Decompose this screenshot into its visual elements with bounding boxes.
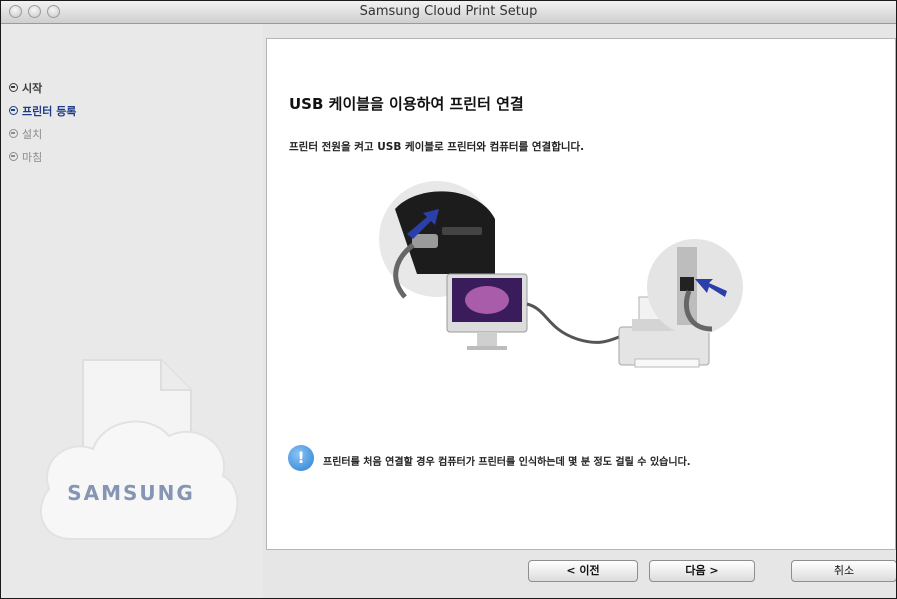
step-finish: 마침 [9,145,76,168]
step-bullet-icon [9,106,18,115]
samsung-logo: SAMSUNG [67,481,195,505]
cancel-button[interactable]: 취소 [791,560,896,582]
window-title: Samsung Cloud Print Setup [359,4,538,19]
step-label: 마침 [22,150,43,164]
setup-window: Samsung Cloud Print Setup 시작 프린터 등록 설치 마… [0,0,897,599]
usb-cable [526,302,628,344]
sidebar: 시작 프린터 등록 설치 마침 SAMSUNG [1,24,263,598]
notice-text: 프린터를 처음 연결할 경우 컴퓨터가 프린터를 인식하는데 몇 분 정도 걸릴… [323,457,691,468]
page-title: USB 케이블을 이용하여 프린터 연결 [289,95,524,113]
imac-computer [446,273,528,350]
step-bullet-icon [9,129,18,138]
step-label: 프린터 등록 [22,104,77,118]
step-list: 시작 프린터 등록 설치 마침 [9,76,76,168]
step-printer-registration: 프린터 등록 [9,99,76,122]
back-button[interactable]: < 이전 [528,560,638,582]
cloud-document-icon [40,359,239,540]
info-icon: ! [288,445,314,471]
step-start: 시작 [9,76,76,99]
step-label: 설치 [22,127,43,141]
instruction-text: 프린터 전원을 켜고 USB 케이블로 프린터와 컴퓨터를 연결합니다. [289,141,585,153]
step-bullet-icon [9,83,18,92]
printer-port-closeup [647,239,743,335]
step-label: 시작 [22,81,43,95]
step-bullet-icon [9,152,18,161]
title-bar: Samsung Cloud Print Setup [1,1,896,24]
step-install: 설치 [9,122,76,145]
next-button[interactable]: 다음 > [649,560,755,582]
usb-connection-illustration [379,181,743,368]
content-panel: USB 케이블을 이용하여 프린터 연결 프린터 전원을 켜고 USB 케이블로… [266,38,896,550]
